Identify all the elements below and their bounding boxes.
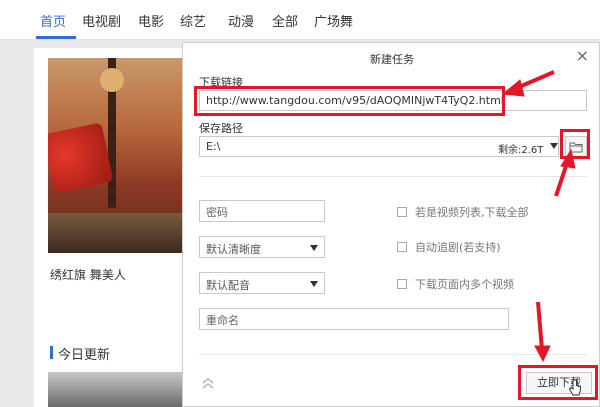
arrow-to-download-icon (536, 301, 544, 351)
arrow-head-icon (560, 148, 576, 169)
arrow-head-icon (501, 79, 525, 97)
annotation-arrows (501, 70, 576, 363)
arrow-head-icon (534, 345, 551, 363)
